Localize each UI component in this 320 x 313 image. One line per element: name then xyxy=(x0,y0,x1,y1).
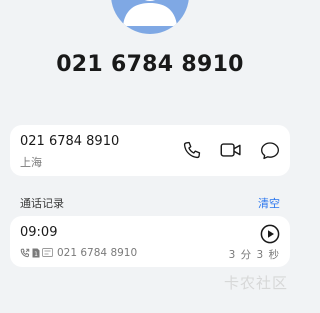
outgoing-call-icon xyxy=(20,248,30,258)
svg-text:1: 1 xyxy=(34,251,38,258)
watermark: 卡农社区 xyxy=(223,274,288,292)
call-record-number: 021 6784 8910 xyxy=(57,246,138,259)
contact-location: 上海 xyxy=(20,156,42,169)
call-record-meta: 1 021 6784 8910 xyxy=(20,246,137,259)
call-record-row[interactable]: 09:09 1 021 6784 8910 3 分 3 秒 xyxy=(10,216,290,267)
call-history-title: 通话记录 xyxy=(20,197,64,210)
page-title-phone-number: 021 6784 8910 xyxy=(56,52,244,77)
recording-icon xyxy=(42,248,53,257)
person-avatar-icon xyxy=(111,0,189,34)
clear-history-button[interactable]: 清空 xyxy=(258,195,280,211)
phone-call-icon[interactable] xyxy=(180,139,204,161)
call-record-time: 09:09 xyxy=(20,225,58,240)
sim-1-icon: 1 xyxy=(32,248,40,258)
video-call-icon[interactable] xyxy=(219,139,243,161)
play-icon[interactable] xyxy=(260,224,280,244)
contact-detail-page: 021 6784 8910 021 6784 8910 上海 通话记录 清空 0… xyxy=(0,0,300,313)
call-record-duration: 3 分 3 秒 xyxy=(228,249,280,261)
contact-number[interactable]: 021 6784 8910 xyxy=(20,134,119,149)
message-icon[interactable] xyxy=(258,139,282,161)
contact-info-card: 021 6784 8910 上海 xyxy=(10,125,290,176)
